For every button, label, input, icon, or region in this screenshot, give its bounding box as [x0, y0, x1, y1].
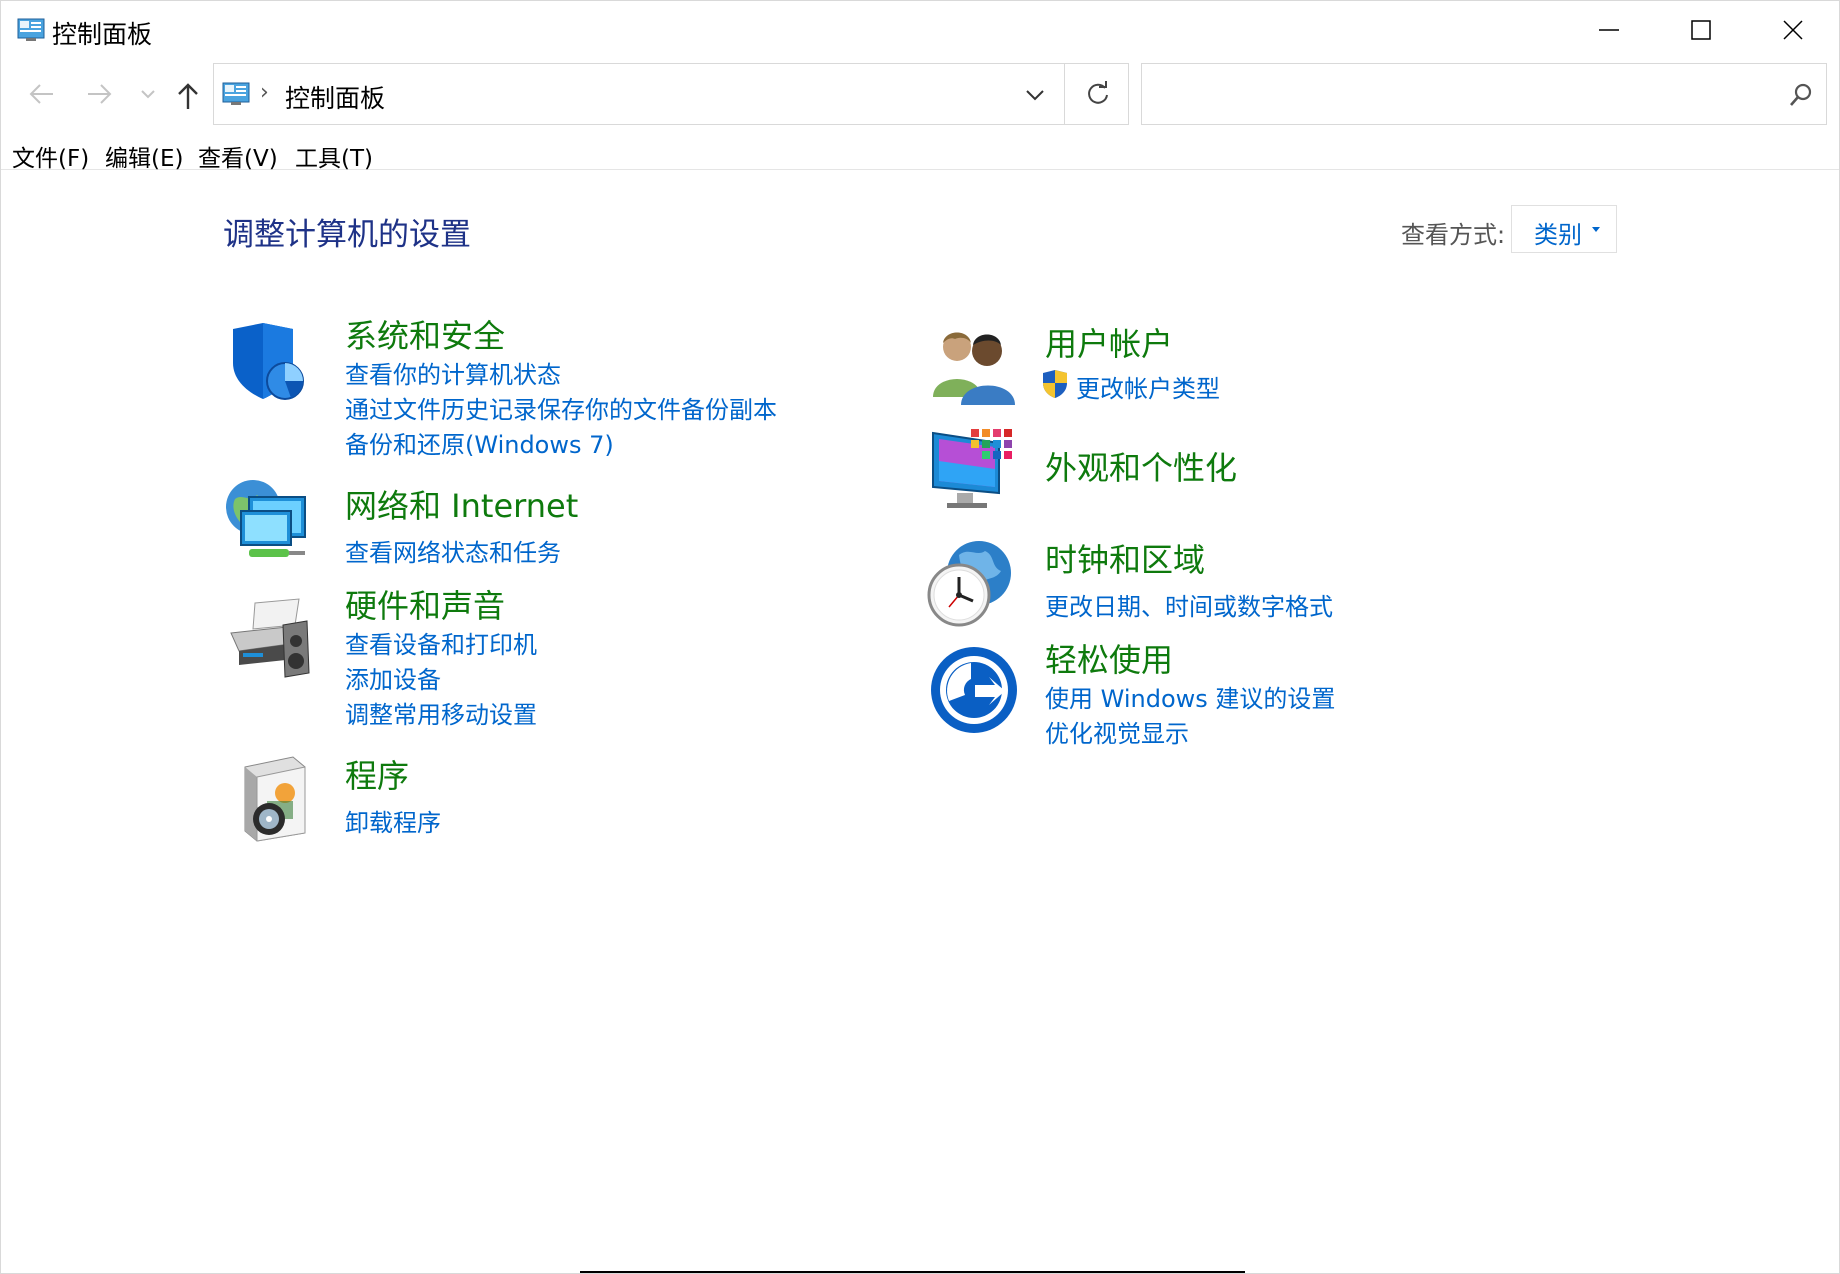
link-devices-printers[interactable]: 查看设备和打印机 [345, 625, 537, 660]
breadcrumb-separator-icon: › [260, 80, 269, 105]
link-file-history-backup[interactable]: 通过文件历史记录保存你的文件备份副本 [345, 390, 777, 425]
view-by-value: 类别 [1534, 221, 1582, 249]
link-optimize-visual-display[interactable]: 优化视觉显示 [1045, 714, 1189, 749]
control-panel-icon [17, 18, 45, 41]
menu-bar: 文件(F) 编辑(E) 查看(V) 工具(T) [1, 135, 1839, 173]
chevron-down-icon[interactable] [1022, 84, 1048, 106]
network-globe-icon [226, 480, 306, 557]
category-title-programs[interactable]: 程序 [345, 751, 409, 797]
close-icon [1783, 20, 1803, 40]
search-icon [1790, 83, 1812, 106]
programs-disc-icon [244, 756, 306, 842]
link-change-account-type[interactable]: 更改帐户类型 [1076, 369, 1220, 404]
recent-locations-button[interactable] [138, 79, 158, 113]
forward-button[interactable] [84, 79, 114, 113]
shield-icon [233, 323, 304, 400]
control-panel-window: 控制面板 › 控制面板 文件(F) 编辑(E) 查看(V) 工具(T) 调整计算… [0, 0, 1840, 1274]
link-uninstall-program[interactable]: 卸载程序 [345, 803, 441, 838]
search-box[interactable] [1141, 63, 1827, 125]
ease-of-access-icon [931, 647, 1017, 733]
window-title: 控制面板 [52, 20, 153, 49]
link-network-status[interactable]: 查看网络状态和任务 [345, 533, 561, 568]
category-title-clock-region[interactable]: 时钟和区域 [1045, 535, 1205, 581]
menu-view[interactable]: 查看(V) [198, 139, 278, 173]
category-title-hardware-sound[interactable]: 硬件和声音 [345, 581, 505, 627]
minimize-button[interactable] [1563, 1, 1655, 59]
category-title-system-security[interactable]: 系统和安全 [345, 311, 505, 357]
refresh-icon [1088, 81, 1108, 104]
address-bar[interactable]: › 控制面板 [213, 63, 1129, 125]
chevron-down-icon [141, 90, 155, 99]
menu-file[interactable]: 文件(F) [12, 139, 89, 173]
users-icon [933, 332, 1015, 405]
category-title-ease-of-access[interactable]: 轻松使用 [1045, 635, 1173, 681]
printer-speaker-icon [230, 598, 310, 678]
link-add-device[interactable]: 添加设备 [345, 660, 441, 695]
link-view-computer-status[interactable]: 查看你的计算机状态 [345, 355, 561, 390]
link-recommended-settings[interactable]: 使用 Windows 建议的设置 [1045, 679, 1335, 714]
category-title-user-accounts[interactable]: 用户帐户 [1045, 319, 1173, 365]
up-arrow-icon [178, 83, 198, 109]
uac-shield-icon [1043, 370, 1067, 398]
menu-tools[interactable]: 工具(T) [295, 139, 373, 173]
maximize-icon [1691, 20, 1711, 40]
link-mobility-settings[interactable]: 调整常用移动设置 [345, 695, 537, 730]
refresh-button[interactable] [1064, 64, 1131, 124]
breadcrumb-item[interactable]: 控制面板 [285, 79, 385, 115]
caret-down-icon [1592, 227, 1600, 232]
maximize-button[interactable] [1655, 1, 1747, 59]
page-title: 调整计算机的设置 [223, 217, 471, 253]
category-title-appearance[interactable]: 外观和个性化 [1045, 443, 1237, 489]
category-title-network-internet[interactable]: 网络和 Internet [345, 481, 578, 527]
close-button[interactable] [1747, 1, 1839, 59]
clock-globe-icon [927, 541, 1011, 627]
divider [580, 1271, 1245, 1273]
up-button[interactable] [173, 79, 203, 113]
monitor-palette-icon [932, 429, 1012, 508]
link-change-date-time-format[interactable]: 更改日期、时间或数字格式 [1045, 587, 1333, 622]
forward-arrow-icon [88, 84, 112, 104]
title-bar: 控制面板 [1, 1, 1839, 59]
view-by-dropdown[interactable]: 类别 [1511, 205, 1617, 253]
search-input[interactable] [1152, 74, 1756, 116]
control-panel-icon [222, 82, 250, 105]
minimize-icon [1599, 29, 1619, 31]
back-arrow-icon [29, 84, 53, 104]
view-by-label: 查看方式: [1401, 221, 1506, 249]
link-backup-restore[interactable]: 备份和还原(Windows 7) [345, 425, 614, 460]
menu-edit[interactable]: 编辑(E) [105, 139, 183, 173]
back-button[interactable] [27, 79, 57, 113]
